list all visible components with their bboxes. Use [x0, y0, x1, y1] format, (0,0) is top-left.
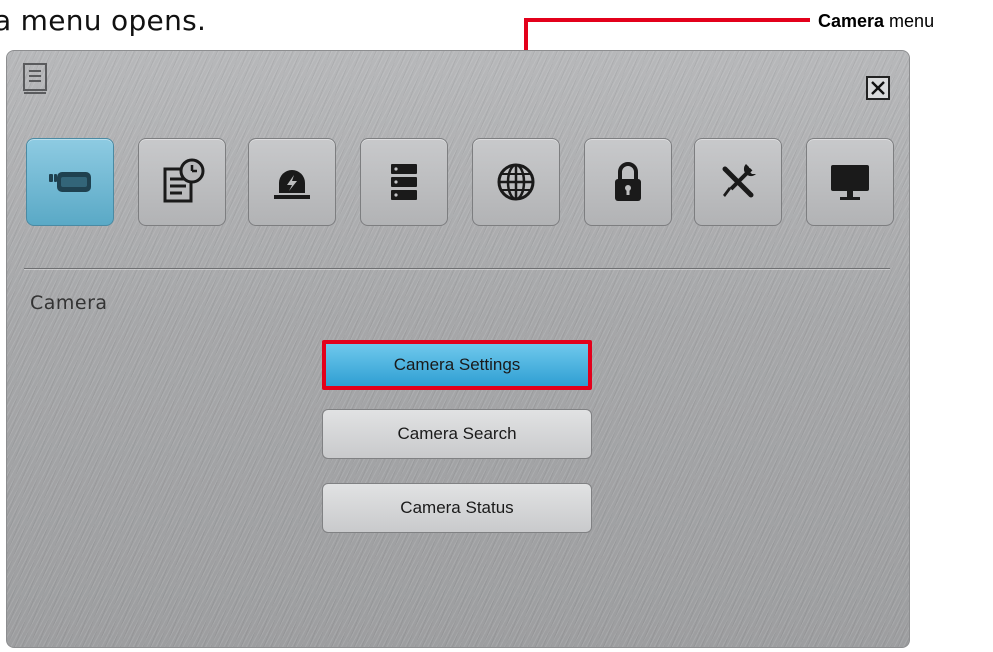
network-icon — [497, 163, 535, 201]
close-icon — [871, 81, 885, 95]
camera-search-button[interactable]: Camera Search — [322, 409, 592, 459]
close-button[interactable] — [866, 76, 890, 100]
camera-menu-dialog: Camera Camera Settings Camera Search Cam… — [6, 50, 910, 648]
tab-network[interactable] — [472, 138, 560, 226]
section-title: Camera — [30, 292, 108, 314]
tab-schedule[interactable] — [138, 138, 226, 226]
camera-status-button[interactable]: Camera Status — [322, 483, 592, 533]
category-tabs — [6, 138, 910, 230]
callout-line-horizontal — [524, 18, 810, 22]
section-divider — [24, 268, 890, 269]
schedule-icon — [163, 158, 205, 203]
tab-camera[interactable] — [26, 138, 114, 226]
alarm-icon — [274, 170, 310, 199]
display-icon — [831, 165, 869, 200]
tools-icon — [722, 164, 756, 198]
tab-security[interactable] — [584, 138, 672, 226]
menu-document-icon — [23, 63, 47, 94]
tab-tools[interactable] — [694, 138, 782, 226]
camera-icon — [49, 172, 91, 192]
callout-label-bold: Camera — [818, 11, 885, 31]
tab-storage[interactable] — [360, 138, 448, 226]
camera-settings-button[interactable]: Camera Settings — [322, 340, 592, 390]
document-intro-text: a menu opens. — [0, 4, 207, 37]
callout-label-rest: menu — [884, 11, 935, 31]
storage-icon — [391, 164, 417, 200]
lock-icon — [615, 162, 641, 201]
tab-alarm[interactable] — [248, 138, 336, 226]
tab-display[interactable] — [806, 138, 894, 226]
callout-label: Camera menu — [818, 11, 934, 32]
